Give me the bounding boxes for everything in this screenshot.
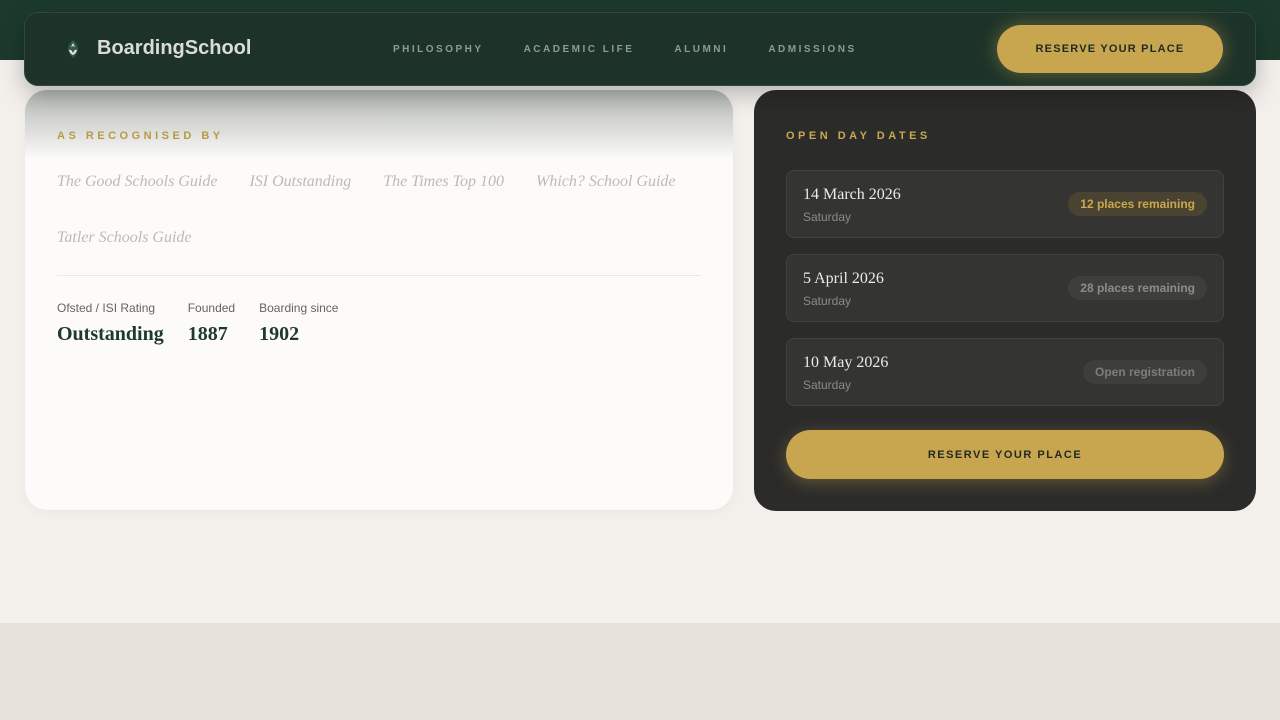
open-day-row[interactable]: 10 May 2026 Saturday Open registration: [786, 338, 1224, 406]
stat-rating: Ofsted / ISI Rating Outstanding: [57, 301, 164, 346]
recognition-item: The Times Top 100: [383, 173, 504, 190]
stat-value: 1887: [187, 323, 228, 345]
open-day-weekday: Saturday: [803, 378, 852, 392]
recognition-eyebrow: AS RECOGNISED BY: [57, 130, 224, 142]
nav-link-alumni[interactable]: ALUMNI: [674, 44, 728, 55]
nav-links: PHILOSOPHY ACADEMIC LIFE ALUMNI ADMISSIO…: [393, 44, 857, 55]
stat-value: Outstanding: [57, 323, 164, 345]
open-days-card: OPEN DAY DATES 14 March 2026 Saturday 12…: [754, 90, 1256, 511]
recognition-card: AS RECOGNISED BY The Good Schools Guide …: [25, 90, 733, 510]
main-nav: BoardingSchool PHILOSOPHY ACADEMIC LIFE …: [24, 12, 1256, 86]
reserve-place-button[interactable]: RESERVE YOUR PLACE: [786, 430, 1224, 479]
recognition-item: The Good Schools Guide: [57, 173, 218, 190]
open-day-row[interactable]: 14 March 2026 Saturday 12 places remaini…: [786, 170, 1224, 238]
open-day-weekday: Saturday: [803, 210, 852, 224]
nav-link-academic-life[interactable]: ACADEMIC LIFE: [524, 44, 635, 55]
open-day-date: 5 April 2026: [803, 270, 884, 287]
open-day-date: 14 March 2026: [803, 186, 901, 203]
nav-link-admissions[interactable]: ADMISSIONS: [768, 44, 856, 55]
crest-leaf-icon[interactable]: [65, 39, 81, 59]
recognition-item: ISI Outstanding: [249, 173, 352, 190]
recognition-item: Tatler Schools Guide: [57, 229, 192, 246]
availability-badge: 28 places remaining: [1068, 276, 1207, 300]
nav-link-philosophy[interactable]: PHILOSOPHY: [393, 44, 484, 55]
stat-value: 1902: [259, 323, 300, 345]
footer-backdrop: [0, 623, 1280, 720]
availability-badge: Open registration: [1082, 360, 1207, 384]
availability-badge: 12 places remaining: [1068, 192, 1207, 216]
stat-label: Founded: [187, 301, 236, 315]
open-day-weekday: Saturday: [803, 294, 852, 308]
school-stats: Ofsted / ISI Rating Outstanding Founded …: [57, 301, 338, 346]
recognition-item: Which? School Guide: [536, 173, 676, 190]
brand-name[interactable]: BoardingSchool: [97, 37, 251, 60]
divider: [57, 275, 701, 276]
open-day-date: 10 May 2026: [803, 354, 889, 371]
nav-reserve-button[interactable]: RESERVE YOUR PLACE: [997, 25, 1223, 73]
open-days-eyebrow: OPEN DAY DATES: [786, 130, 931, 142]
open-day-row[interactable]: 5 April 2026 Saturday 28 places remainin…: [786, 254, 1224, 322]
stat-founded: Founded 1887: [188, 301, 235, 346]
stat-label: Boarding since: [259, 301, 339, 315]
stat-label: Ofsted / ISI Rating: [57, 301, 156, 315]
recognition-list: The Good Schools Guide ISI Outstanding T…: [57, 170, 707, 282]
stat-boarding-since: Boarding since 1902: [259, 301, 338, 346]
